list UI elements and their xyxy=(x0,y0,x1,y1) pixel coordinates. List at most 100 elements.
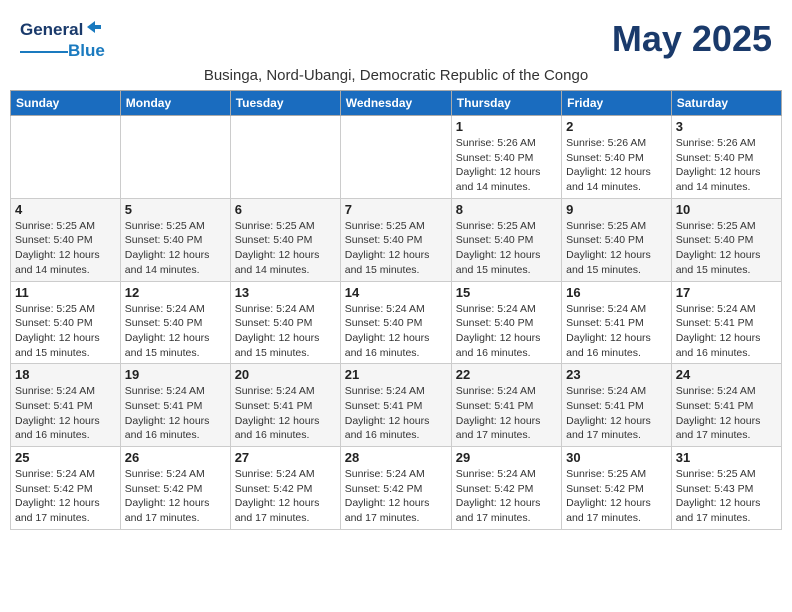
day-number: 25 xyxy=(15,450,116,465)
day-number: 3 xyxy=(676,119,777,134)
logo-underline xyxy=(20,51,68,53)
calendar-week-5: 25 Sunrise: 5:24 AM Sunset: 5:42 PM Dayli… xyxy=(11,447,782,530)
calendar-cell xyxy=(340,116,451,199)
calendar-cell: 18 Sunrise: 5:24 AM Sunset: 5:41 PM Dayli… xyxy=(11,364,121,447)
day-number: 14 xyxy=(345,285,447,300)
calendar-cell: 9 Sunrise: 5:25 AM Sunset: 5:40 PM Daylig… xyxy=(562,198,672,281)
calendar-table: SundayMondayTuesdayWednesdayThursdayFrid… xyxy=(10,90,782,530)
day-number: 29 xyxy=(456,450,557,465)
day-info: Sunrise: 5:24 AM Sunset: 5:40 PM Dayligh… xyxy=(345,302,447,361)
day-info: Sunrise: 5:24 AM Sunset: 5:40 PM Dayligh… xyxy=(125,302,226,361)
calendar-cell: 31 Sunrise: 5:25 AM Sunset: 5:43 PM Dayli… xyxy=(671,447,781,530)
day-info: Sunrise: 5:24 AM Sunset: 5:41 PM Dayligh… xyxy=(676,302,777,361)
day-number: 20 xyxy=(235,367,336,382)
logo-blue-line: Blue xyxy=(20,41,105,61)
day-info: Sunrise: 5:24 AM Sunset: 5:41 PM Dayligh… xyxy=(456,384,557,443)
calendar-cell: 10Sunrise: 5:25 AM Sunset: 5:40 PM Dayli… xyxy=(671,198,781,281)
day-number: 15 xyxy=(456,285,557,300)
day-number: 31 xyxy=(676,450,777,465)
day-info: Sunrise: 5:24 AM Sunset: 5:41 PM Dayligh… xyxy=(566,302,667,361)
calendar-cell: 17 Sunrise: 5:24 AM Sunset: 5:41 PM Dayli… xyxy=(671,281,781,364)
day-info: Sunrise: 5:24 AM Sunset: 5:41 PM Dayligh… xyxy=(566,384,667,443)
day-number: 28 xyxy=(345,450,447,465)
calendar-cell: 23 Sunrise: 5:24 AM Sunset: 5:41 PM Dayli… xyxy=(562,364,672,447)
subtitle: Businga, Nord-Ubangi, Democratic Republi… xyxy=(10,65,782,90)
calendar-cell: 4Sunrise: 5:25 AM Sunset: 5:40 PM Daylig… xyxy=(11,198,121,281)
day-number: 11 xyxy=(15,285,116,300)
day-info: Sunrise: 5:26 AM Sunset: 5:40 PM Dayligh… xyxy=(456,136,557,195)
calendar-cell: 27Sunrise: 5:24 AM Sunset: 5:42 PM Dayli… xyxy=(230,447,340,530)
calendar-cell: 26Sunrise: 5:24 AM Sunset: 5:42 PM Dayli… xyxy=(120,447,230,530)
day-number: 13 xyxy=(235,285,336,300)
calendar-cell: 1 Sunrise: 5:26 AM Sunset: 5:40 PM Daylig… xyxy=(451,116,561,199)
weekday-header-wednesday: Wednesday xyxy=(340,91,451,116)
day-info: Sunrise: 5:24 AM Sunset: 5:41 PM Dayligh… xyxy=(15,384,116,443)
day-number: 24 xyxy=(676,367,777,382)
calendar-cell: 21 Sunrise: 5:24 AM Sunset: 5:41 PM Dayli… xyxy=(340,364,451,447)
page-container: General Blue May 2025 Businga, Nord-Uban… xyxy=(10,10,782,530)
calendar-cell: 14 Sunrise: 5:24 AM Sunset: 5:40 PM Dayli… xyxy=(340,281,451,364)
weekday-header-thursday: Thursday xyxy=(451,91,561,116)
day-info: Sunrise: 5:25 AM Sunset: 5:43 PM Dayligh… xyxy=(676,467,777,526)
weekday-header-saturday: Saturday xyxy=(671,91,781,116)
weekday-header-tuesday: Tuesday xyxy=(230,91,340,116)
calendar-cell: 20Sunrise: 5:24 AM Sunset: 5:41 PM Dayli… xyxy=(230,364,340,447)
day-number: 9 xyxy=(566,202,667,217)
day-info: Sunrise: 5:25 AM Sunset: 5:40 PM Dayligh… xyxy=(235,219,336,278)
day-info: Sunrise: 5:25 AM Sunset: 5:40 PM Dayligh… xyxy=(345,219,447,278)
calendar-cell: 12 Sunrise: 5:24 AM Sunset: 5:40 PM Dayli… xyxy=(120,281,230,364)
day-number: 21 xyxy=(345,367,447,382)
calendar-cell: 11 Sunrise: 5:25 AM Sunset: 5:40 PM Dayli… xyxy=(11,281,121,364)
calendar-week-2: 4Sunrise: 5:25 AM Sunset: 5:40 PM Daylig… xyxy=(11,198,782,281)
day-number: 18 xyxy=(15,367,116,382)
day-number: 30 xyxy=(566,450,667,465)
calendar-cell: 29Sunrise: 5:24 AM Sunset: 5:42 PM Dayli… xyxy=(451,447,561,530)
day-info: Sunrise: 5:26 AM Sunset: 5:40 PM Dayligh… xyxy=(676,136,777,195)
calendar-week-4: 18 Sunrise: 5:24 AM Sunset: 5:41 PM Dayli… xyxy=(11,364,782,447)
day-number: 2 xyxy=(566,119,667,134)
logo-general-text: General xyxy=(20,20,83,40)
day-number: 23 xyxy=(566,367,667,382)
header: General Blue May 2025 xyxy=(10,10,782,65)
calendar-cell: 8Sunrise: 5:25 AM Sunset: 5:40 PM Daylig… xyxy=(451,198,561,281)
day-info: Sunrise: 5:25 AM Sunset: 5:40 PM Dayligh… xyxy=(676,219,777,278)
weekday-header-friday: Friday xyxy=(562,91,672,116)
weekday-header-row: SundayMondayTuesdayWednesdayThursdayFrid… xyxy=(11,91,782,116)
logo-line: General xyxy=(20,18,103,41)
day-info: Sunrise: 5:24 AM Sunset: 5:41 PM Dayligh… xyxy=(676,384,777,443)
day-number: 19 xyxy=(125,367,226,382)
calendar-week-1: 1 Sunrise: 5:26 AM Sunset: 5:40 PM Daylig… xyxy=(11,116,782,199)
calendar-week-3: 11 Sunrise: 5:25 AM Sunset: 5:40 PM Dayli… xyxy=(11,281,782,364)
day-info: Sunrise: 5:26 AM Sunset: 5:40 PM Dayligh… xyxy=(566,136,667,195)
calendar-cell: 30Sunrise: 5:25 AM Sunset: 5:42 PM Dayli… xyxy=(562,447,672,530)
day-info: Sunrise: 5:24 AM Sunset: 5:42 PM Dayligh… xyxy=(235,467,336,526)
calendar-cell: 22 Sunrise: 5:24 AM Sunset: 5:41 PM Dayli… xyxy=(451,364,561,447)
day-number: 17 xyxy=(676,285,777,300)
day-info: Sunrise: 5:25 AM Sunset: 5:40 PM Dayligh… xyxy=(15,219,116,278)
day-info: Sunrise: 5:24 AM Sunset: 5:42 PM Dayligh… xyxy=(345,467,447,526)
day-info: Sunrise: 5:24 AM Sunset: 5:40 PM Dayligh… xyxy=(235,302,336,361)
day-number: 1 xyxy=(456,119,557,134)
day-number: 6 xyxy=(235,202,336,217)
day-number: 8 xyxy=(456,202,557,217)
calendar-cell: 24 Sunrise: 5:24 AM Sunset: 5:41 PM Dayli… xyxy=(671,364,781,447)
day-number: 12 xyxy=(125,285,226,300)
weekday-header-monday: Monday xyxy=(120,91,230,116)
day-number: 26 xyxy=(125,450,226,465)
calendar-cell: 7 Sunrise: 5:25 AM Sunset: 5:40 PM Daylig… xyxy=(340,198,451,281)
calendar-cell: 25Sunrise: 5:24 AM Sunset: 5:42 PM Dayli… xyxy=(11,447,121,530)
calendar-cell: 19 Sunrise: 5:24 AM Sunset: 5:41 PM Dayli… xyxy=(120,364,230,447)
calendar-cell: 3 Sunrise: 5:26 AM Sunset: 5:40 PM Daylig… xyxy=(671,116,781,199)
day-info: Sunrise: 5:25 AM Sunset: 5:40 PM Dayligh… xyxy=(566,219,667,278)
calendar-cell xyxy=(230,116,340,199)
calendar-cell: 5Sunrise: 5:25 AM Sunset: 5:40 PM Daylig… xyxy=(120,198,230,281)
day-number: 22 xyxy=(456,367,557,382)
calendar-cell: 6 Sunrise: 5:25 AM Sunset: 5:40 PM Daylig… xyxy=(230,198,340,281)
calendar-cell: 15 Sunrise: 5:24 AM Sunset: 5:40 PM Dayli… xyxy=(451,281,561,364)
day-info: Sunrise: 5:24 AM Sunset: 5:41 PM Dayligh… xyxy=(125,384,226,443)
day-info: Sunrise: 5:25 AM Sunset: 5:40 PM Dayligh… xyxy=(15,302,116,361)
day-number: 7 xyxy=(345,202,447,217)
day-info: Sunrise: 5:24 AM Sunset: 5:41 PM Dayligh… xyxy=(345,384,447,443)
day-info: Sunrise: 5:24 AM Sunset: 5:40 PM Dayligh… xyxy=(456,302,557,361)
calendar-cell: 28 Sunrise: 5:24 AM Sunset: 5:42 PM Dayli… xyxy=(340,447,451,530)
